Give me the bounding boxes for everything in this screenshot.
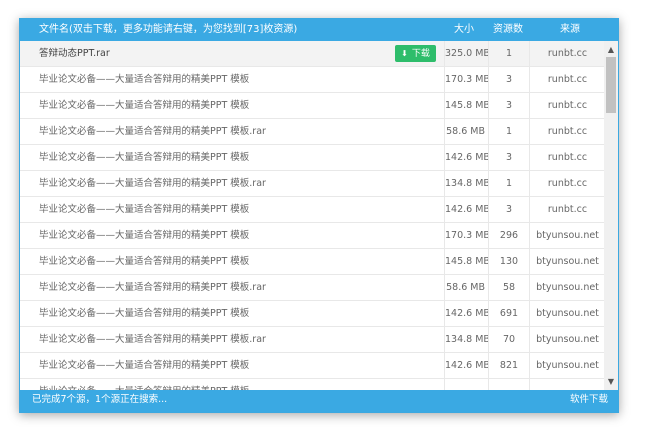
row-filename: 毕业论文必备——大量适合答辩用的精美PPT 模板: [39, 379, 384, 390]
row-resource-count: 296: [488, 223, 529, 248]
row-size: 170.3 MB: [444, 67, 489, 92]
row-resource-count: 1: [488, 41, 529, 66]
row-source: runbt.cc: [529, 197, 605, 222]
row-source: [529, 379, 605, 390]
row-source: btyunsou.net: [529, 353, 605, 378]
row-size: 145.8 MB: [444, 93, 489, 118]
table-row[interactable]: 答辩动态PPT.rar ⬇ 下载 325.0 MB 1 runbt.cc: [20, 41, 604, 67]
scrollbar-thumb[interactable]: [606, 57, 616, 113]
column-header-filename[interactable]: 文件名(双击下载，更多功能请右键，为您找到[73]枚资源): [39, 19, 297, 41]
table-row[interactable]: 毕业论文必备——大量适合答辩用的精美PPT 模板 142.6 MB 3 runb…: [20, 197, 604, 223]
row-size: 142.6 MB: [444, 197, 489, 222]
download-button-label: 下载: [411, 49, 430, 59]
row-resource-count: 1: [488, 119, 529, 144]
row-size: 142.6 MB: [444, 353, 489, 378]
row-resource-count: 691: [488, 301, 529, 326]
row-source: btyunsou.net: [529, 275, 605, 300]
row-source: btyunsou.net: [529, 301, 605, 326]
row-filename: 毕业论文必备——大量适合答辩用的精美PPT 模板: [39, 152, 250, 163]
table-row[interactable]: 毕业论文必备——大量适合答辩用的精美PPT 模板 142.6 MB 691 bt…: [20, 301, 604, 327]
table-row[interactable]: 毕业论文必备——大量适合答辩用的精美PPT 模板.rar 134.8 MB 70…: [20, 327, 604, 353]
download-button[interactable]: ⬇ 下载: [395, 45, 436, 62]
row-resource-count: 58: [488, 275, 529, 300]
search-results-window: 文件名(双击下载，更多功能请右键，为您找到[73]枚资源) 大小 资源数 来源 …: [19, 18, 619, 413]
table-row[interactable]: 毕业论文必备——大量适合答辩用的精美PPT 模板 170.3 MB 3 runb…: [20, 67, 604, 93]
row-source: btyunsou.net: [529, 249, 605, 274]
row-resource-count: 1: [488, 171, 529, 196]
row-resource-count: 3: [488, 93, 529, 118]
row-size: 142.6 MB: [444, 301, 489, 326]
row-source: btyunsou.net: [529, 223, 605, 248]
row-filename: 毕业论文必备——大量适合答辩用的精美PPT 模板.rar: [39, 334, 266, 345]
row-source: runbt.cc: [529, 145, 605, 170]
row-size: 170.3 MB: [444, 223, 489, 248]
row-size: 134.8 MB: [444, 171, 489, 196]
row-filename: 毕业论文必备——大量适合答辩用的精美PPT 模板.rar: [39, 282, 266, 293]
column-header-source[interactable]: 来源: [555, 19, 585, 41]
results-list: 答辩动态PPT.rar ⬇ 下载 325.0 MB 1 runbt.cc 毕业论文…: [20, 41, 618, 390]
row-resource-count: 3: [488, 197, 529, 222]
row-filename: 毕业论文必备——大量适合答辩用的精美PPT 模板.rar: [39, 178, 266, 189]
column-header-size[interactable]: 大小: [452, 19, 476, 41]
status-bar: 已完成7个源，1个源正在搜索... 软件下载: [20, 390, 618, 412]
table-row[interactable]: 毕业论文必备——大量适合答辩用的精美PPT 模板 142.6 MB 821 bt…: [20, 353, 604, 379]
table-row[interactable]: 毕业论文必备——大量适合答辩用的精美PPT 模板 145.8 MB 130 bt…: [20, 249, 604, 275]
row-filename: 毕业论文必备——大量适合答辩用的精美PPT 模板: [39, 204, 250, 215]
chevron-up-icon[interactable]: ▲: [604, 43, 618, 56]
row-resource-count: 130: [488, 249, 529, 274]
row-size: [444, 379, 489, 390]
row-filename: 毕业论文必备——大量适合答辩用的精美PPT 模板: [39, 308, 250, 319]
row-filename: 毕业论文必备——大量适合答辩用的精美PPT 模板: [39, 360, 250, 371]
chevron-down-icon[interactable]: ▼: [604, 375, 618, 388]
row-source: runbt.cc: [529, 67, 605, 92]
row-size: 58.6 MB: [444, 119, 489, 144]
row-resource-count: 3: [488, 67, 529, 92]
table-row[interactable]: 毕业论文必备——大量适合答辩用的精美PPT 模板.rar 134.8 MB 1 …: [20, 171, 604, 197]
row-resource-count: 3: [488, 145, 529, 170]
row-size: 325.0 MB: [444, 41, 489, 66]
row-source: runbt.cc: [529, 41, 605, 66]
row-size: 134.8 MB: [444, 327, 489, 352]
row-resource-count: 70: [488, 327, 529, 352]
table-row[interactable]: 毕业论文必备——大量适合答辩用的精美PPT 模板 145.8 MB 3 runb…: [20, 93, 604, 119]
vertical-scrollbar[interactable]: ▲ ▼: [604, 41, 618, 390]
results-rows: 答辩动态PPT.rar ⬇ 下载 325.0 MB 1 runbt.cc 毕业论文…: [20, 41, 604, 390]
software-download-link[interactable]: 软件下载: [570, 390, 608, 410]
row-source: runbt.cc: [529, 93, 605, 118]
row-size: 58.6 MB: [444, 275, 489, 300]
row-resource-count: [488, 379, 529, 390]
row-filename: 答辩动态PPT.rar: [39, 48, 110, 59]
table-row[interactable]: 毕业论文必备——大量适合答辩用的精美PPT 模板 170.3 MB 296 bt…: [20, 223, 604, 249]
row-source: runbt.cc: [529, 119, 605, 144]
row-size: 145.8 MB: [444, 249, 489, 274]
table-row[interactable]: 毕业论文必备——大量适合答辩用的精美PPT 模板.rar 58.6 MB 58 …: [20, 275, 604, 301]
table-row[interactable]: 毕业论文必备——大量适合答辩用的精美PPT 模板: [20, 379, 604, 390]
row-size: 142.6 MB: [444, 145, 489, 170]
table-row[interactable]: 毕业论文必备——大量适合答辩用的精美PPT 模板.rar 58.6 MB 1 r…: [20, 119, 604, 145]
row-resource-count: 821: [488, 353, 529, 378]
row-filename: 毕业论文必备——大量适合答辩用的精美PPT 模板: [39, 230, 250, 241]
column-header-resource-count[interactable]: 资源数: [489, 19, 527, 41]
table-row[interactable]: 毕业论文必备——大量适合答辩用的精美PPT 模板 142.6 MB 3 runb…: [20, 145, 604, 171]
row-filename: 毕业论文必备——大量适合答辩用的精美PPT 模板.rar: [39, 126, 266, 137]
search-status-text: 已完成7个源，1个源正在搜索...: [32, 394, 168, 405]
row-filename: 毕业论文必备——大量适合答辩用的精美PPT 模板: [39, 256, 250, 267]
row-source: btyunsou.net: [529, 327, 605, 352]
row-filename: 毕业论文必备——大量适合答辩用的精美PPT 模板: [39, 74, 250, 85]
row-source: runbt.cc: [529, 171, 605, 196]
results-table-header: 文件名(双击下载，更多功能请右键，为您找到[73]枚资源) 大小 资源数 来源: [20, 19, 618, 41]
row-filename: 毕业论文必备——大量适合答辩用的精美PPT 模板: [39, 100, 250, 111]
download-arrow-icon: ⬇: [401, 49, 408, 58]
